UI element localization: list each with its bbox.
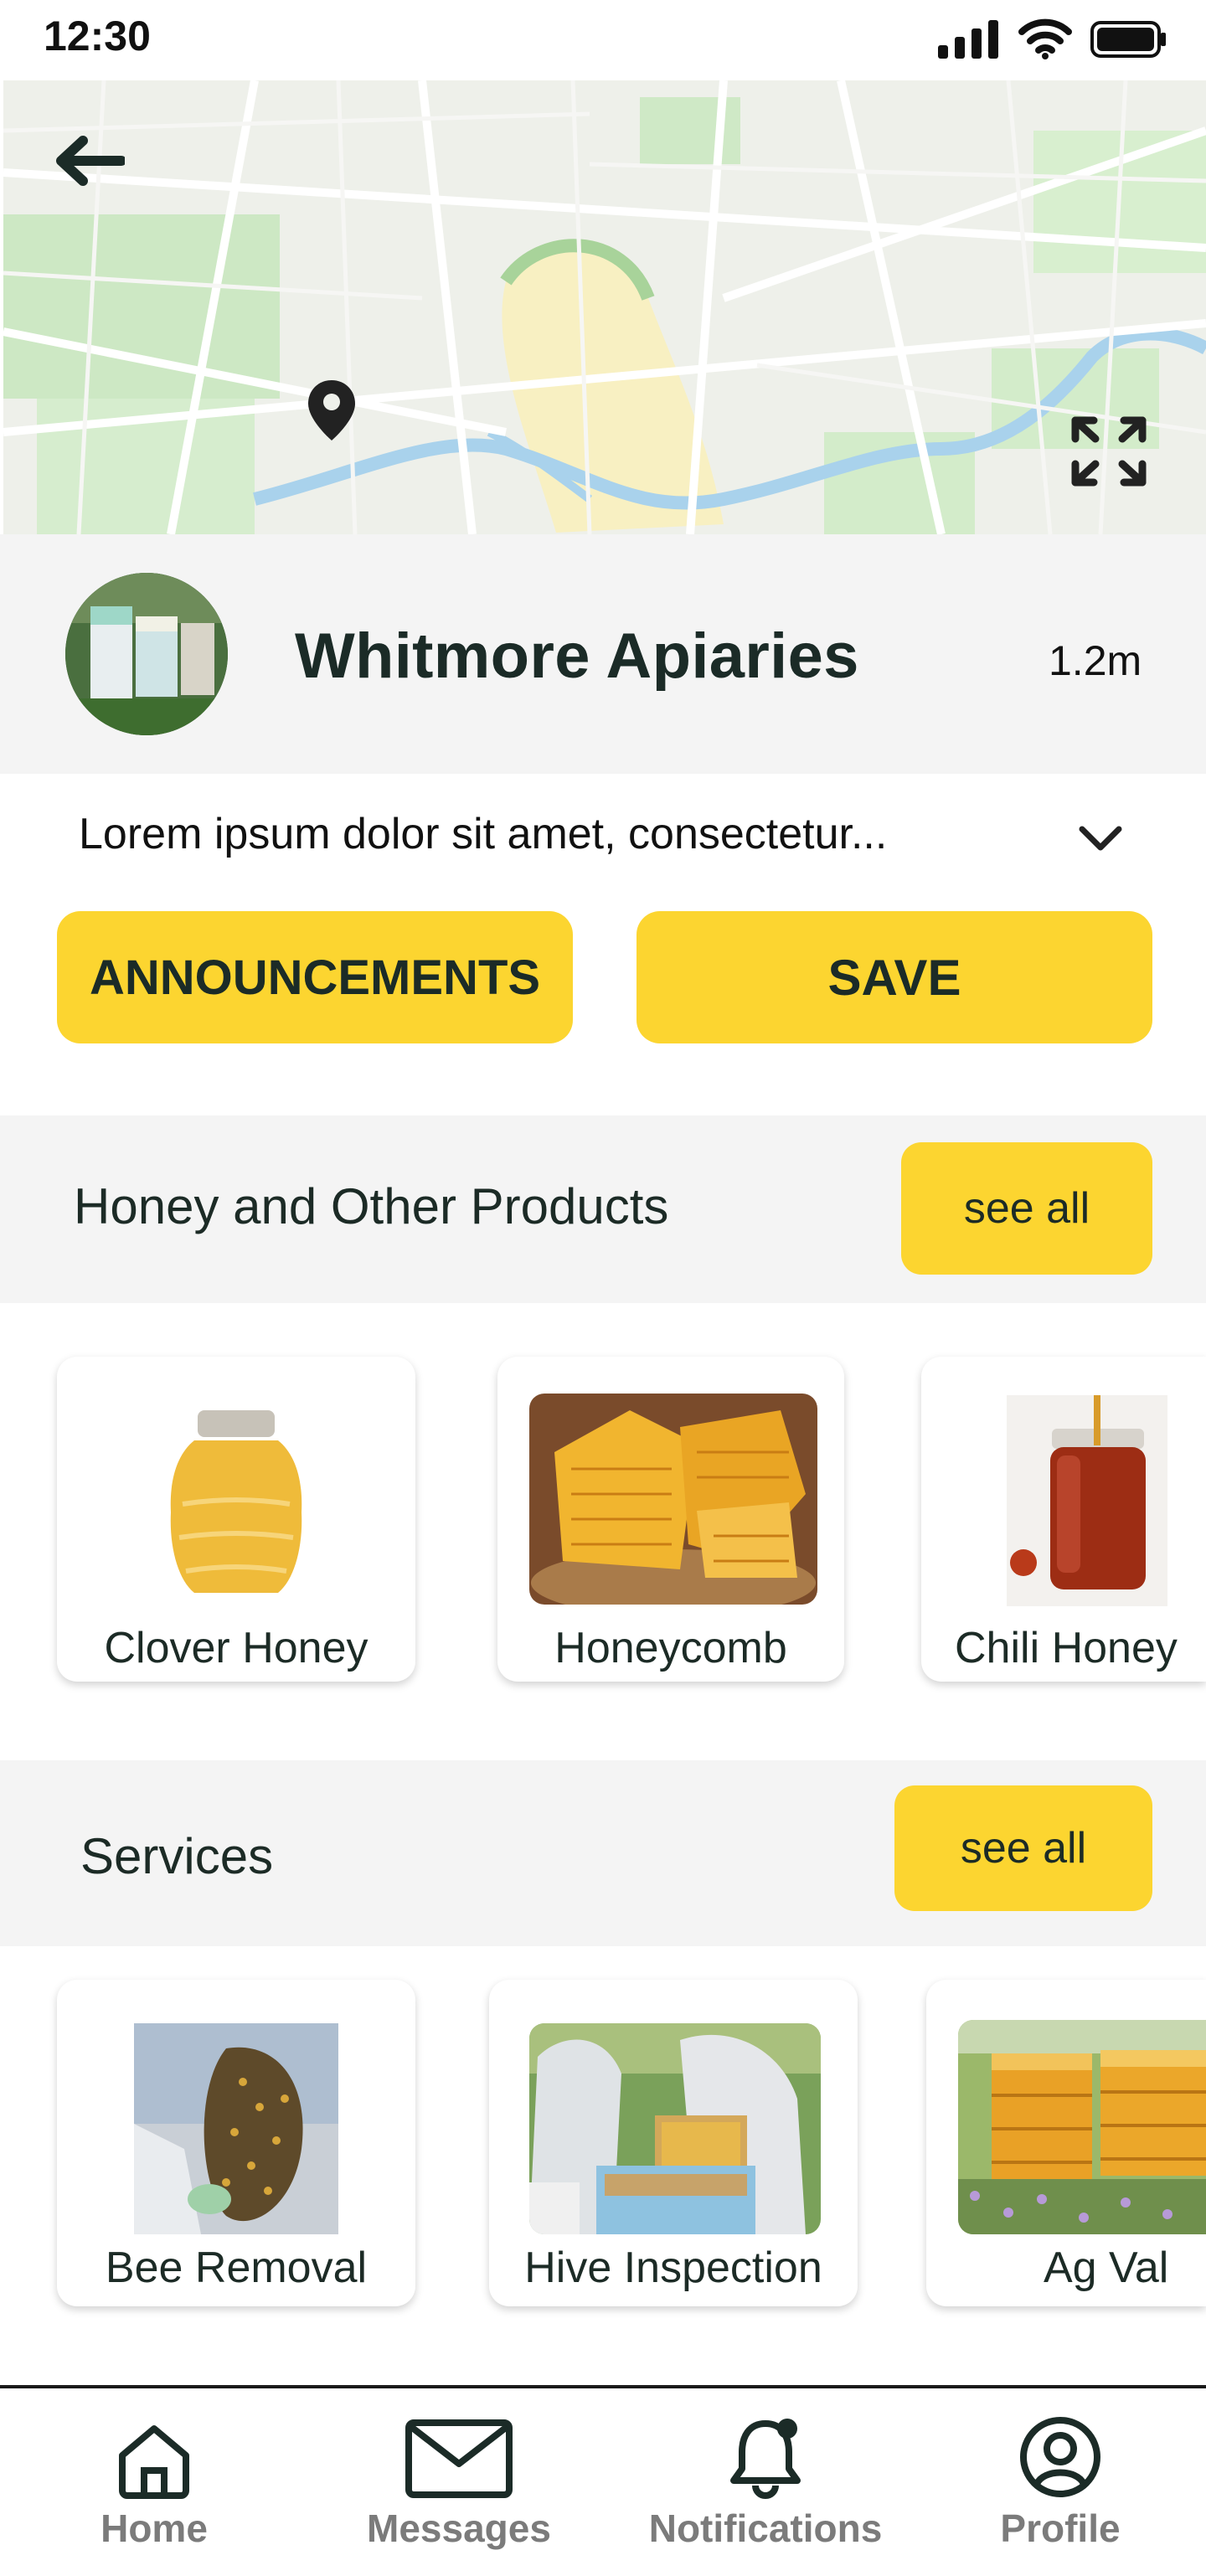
location-pin-icon[interactable] (307, 379, 357, 442)
battery-icon (1090, 21, 1166, 58)
wifi-icon (1018, 18, 1072, 59)
mail-icon (405, 2419, 513, 2498)
status-time: 12:30 (44, 13, 151, 59)
nav-profile-label: Profile (1000, 2506, 1121, 2550)
chili-honey-image (1007, 1395, 1167, 1606)
user-icon (1020, 2417, 1100, 2497)
announcements-button[interactable]: ANNOUNCEMENTS (57, 911, 573, 1043)
nav-notifications-label: Notifications (648, 2506, 883, 2550)
nav-profile[interactable]: Profile (977, 2388, 1144, 2576)
product-label: Honeycomb (554, 1624, 787, 1672)
product-label: Clover Honey (104, 1624, 368, 1672)
product-label: Chili Honey (955, 1624, 1178, 1672)
save-button[interactable]: SAVE (636, 911, 1152, 1043)
service-label: Ag Val (1044, 2244, 1169, 2292)
nav-messages-label: Messages (367, 2506, 551, 2550)
bee-removal-image (134, 2023, 338, 2234)
product-card-honeycomb[interactable]: Honeycomb (497, 1357, 844, 1682)
nav-home-label: Home (100, 2506, 208, 2550)
map-view[interactable] (3, 80, 1206, 534)
home-icon (119, 2425, 189, 2499)
services-section-title: Services (80, 1828, 274, 1884)
description-text: Lorem ipsum dolor sit amet, consectetur.… (79, 810, 888, 858)
services-see-all-button[interactable]: see all (894, 1785, 1152, 1911)
business-avatar (65, 573, 228, 735)
nav-messages[interactable]: Messages (352, 2388, 566, 2576)
clover-honey-image (144, 1404, 328, 1603)
bell-icon (730, 2419, 801, 2499)
distance-label: 1.2m (1049, 637, 1142, 684)
fullscreen-button[interactable] (1069, 414, 1149, 489)
bottom-navigation: Home Messages Notifications Profile (0, 2385, 1206, 2573)
service-card-bee-removal[interactable]: Bee Removal (57, 1980, 415, 2306)
hive-inspection-image (529, 2023, 821, 2234)
signal-icon (938, 20, 998, 59)
expand-description-button[interactable] (1075, 817, 1126, 859)
map-image (3, 80, 1206, 534)
arrow-left-icon (56, 136, 125, 186)
product-card-chili-honey[interactable]: Chili Honey (921, 1357, 1206, 1682)
back-button[interactable] (47, 126, 131, 196)
service-label: Bee Removal (105, 2244, 368, 2292)
products-section-title: Honey and Other Products (74, 1178, 669, 1234)
product-card-clover-honey[interactable]: Clover Honey (57, 1357, 415, 1682)
ag-val-image (958, 2020, 1206, 2234)
nav-home[interactable]: Home (70, 2388, 238, 2576)
products-see-all-button[interactable]: see all (901, 1142, 1152, 1275)
expand-icon (1071, 416, 1147, 487)
service-card-hive-inspection[interactable]: Hive Inspection (489, 1980, 858, 2306)
nav-notifications[interactable]: Notifications (638, 2388, 893, 2576)
honeycomb-image (529, 1394, 817, 1605)
status-icons (936, 18, 1167, 60)
business-name: Whitmore Apiaries (295, 621, 859, 692)
chevron-down-icon (1079, 826, 1122, 851)
service-card-ag-val[interactable]: Ag Val (926, 1980, 1206, 2306)
service-label: Hive Inspection (524, 2244, 822, 2292)
